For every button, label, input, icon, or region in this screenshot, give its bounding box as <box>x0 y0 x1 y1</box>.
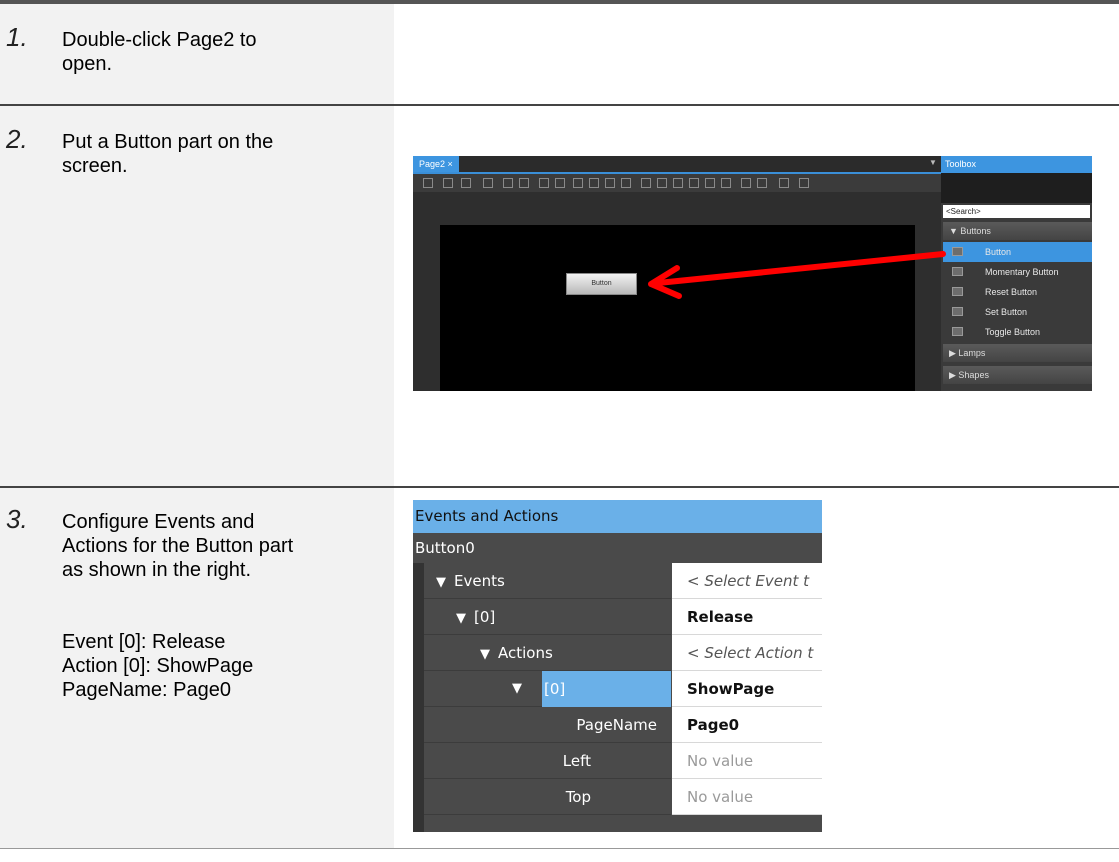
drag-arrow <box>648 251 946 299</box>
property-row-action-0[interactable]: ▼ [0] ShowPage <box>424 671 822 707</box>
grid-gutter <box>413 563 424 832</box>
property-row-top[interactable]: Top No value <box>424 779 822 815</box>
property-value[interactable]: No value <box>672 779 822 815</box>
row-divider <box>0 486 1119 488</box>
property-row-left[interactable]: Left No value <box>424 743 822 779</box>
property-name: [0] <box>544 680 566 698</box>
property-value[interactable]: Page0 <box>672 707 822 743</box>
events-actions-screenshot: Events and Actions Button0 ▼ Events < Sel… <box>413 500 822 832</box>
property-name: Events <box>454 572 505 590</box>
expand-triangle-icon[interactable]: ▼ <box>480 637 490 673</box>
step-number: 1. <box>6 22 28 52</box>
step-text: Configure Events and Actions for the But… <box>62 511 294 701</box>
property-row-actions[interactable]: ▼ Actions < Select Action t <box>424 635 822 671</box>
property-name-cell: ▼ Actions <box>424 635 671 671</box>
property-value[interactable]: Release <box>672 599 822 635</box>
expand-triangle-icon[interactable]: ▼ <box>512 671 522 707</box>
property-name-cell: ▼ Events <box>424 563 671 599</box>
property-name: Actions <box>498 644 553 662</box>
selected-object-name: Button0 <box>413 533 822 563</box>
events-actions-title: Events and Actions <box>413 500 822 533</box>
arrow-line <box>655 251 946 286</box>
property-row-event-0[interactable]: ▼ [0] Release <box>424 599 822 635</box>
step-text: Double-click Page2 to open. <box>62 29 257 75</box>
property-name: Top <box>565 788 591 806</box>
row-divider <box>0 104 1119 106</box>
property-name: [0] <box>474 608 496 626</box>
property-row-pagename[interactable]: PageName Page0 <box>424 707 822 743</box>
property-value[interactable]: < Select Event t <box>672 563 822 599</box>
expand-triangle-icon[interactable]: ▼ <box>456 601 466 637</box>
row-divider <box>0 848 1119 849</box>
property-name-cell: ▼ [0] <box>424 671 671 707</box>
property-row-events[interactable]: ▼ Events < Select Event t <box>424 563 822 599</box>
property-name-cell: PageName <box>424 707 671 743</box>
step-text: Put a Button part on the screen. <box>62 131 274 177</box>
property-name: Left <box>562 752 591 770</box>
designer-screenshot: Page2 × ▼ Button Toolbox <Search> ▼ Butt… <box>413 156 1092 391</box>
property-value[interactable]: < Select Action t <box>672 635 822 671</box>
property-name-cell: Left <box>424 743 671 779</box>
property-name: PageName <box>576 716 657 734</box>
expand-triangle-icon[interactable]: ▼ <box>436 565 446 601</box>
step-number: 3. <box>6 504 28 534</box>
step-number: 2. <box>6 124 28 154</box>
property-name-cell: ▼ [0] <box>424 599 671 635</box>
property-name-cell: Top <box>424 779 671 815</box>
property-value[interactable]: ShowPage <box>672 671 822 707</box>
property-value[interactable]: No value <box>672 743 822 779</box>
